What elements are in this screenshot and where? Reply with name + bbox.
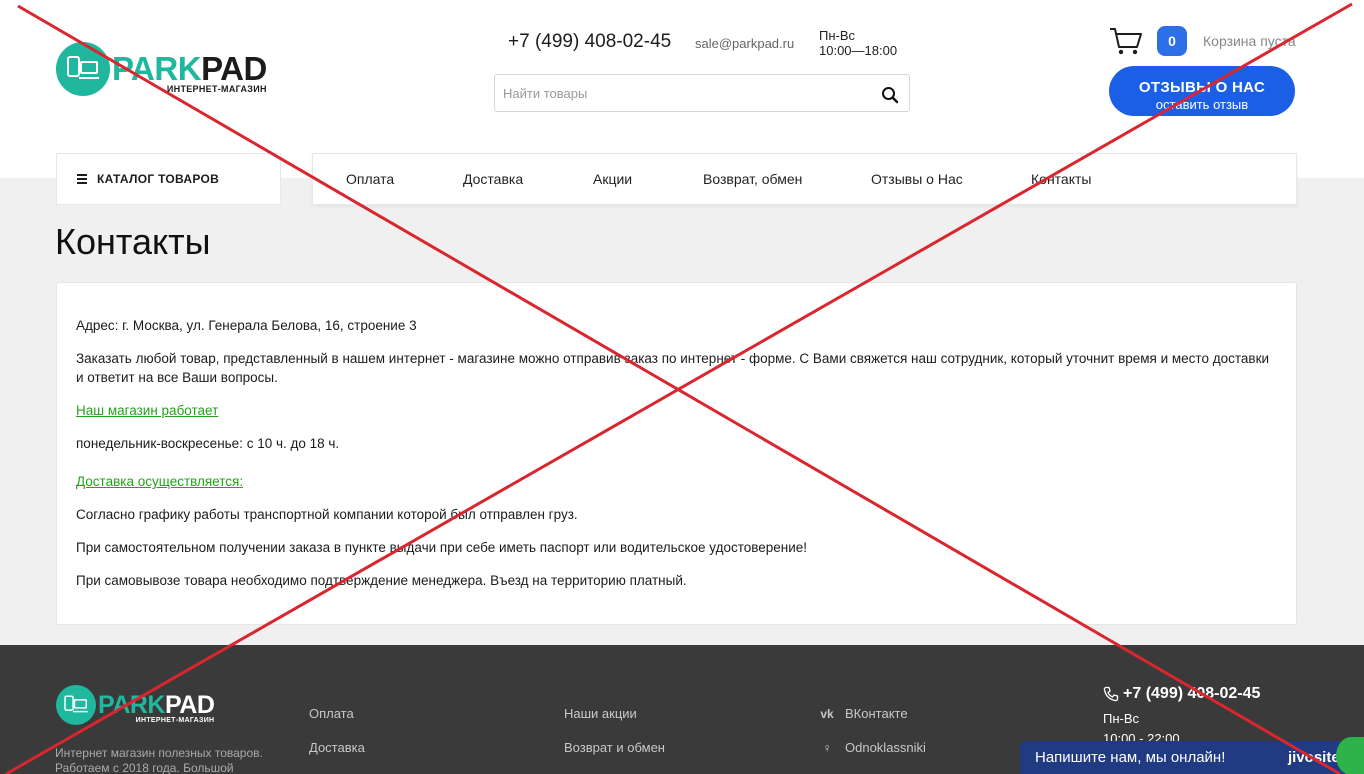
footer-phone-number: +7 (499) 408-02-45: [1123, 685, 1261, 702]
delivery-text-3: При самовывозе товара необходимо подтвер…: [76, 573, 687, 588]
header-email[interactable]: sale@parkpad.ru: [695, 36, 794, 51]
header: PARKPAD ИНТЕРНЕТ-МАГАЗИН +7 (499) 408-02…: [0, 0, 1364, 178]
catalog-button[interactable]: КАТАЛОГ ТОВАРОВ: [56, 153, 281, 205]
delivery-text-1: Согласно графику работы транспортной ком…: [76, 507, 578, 522]
header-logo[interactable]: PARKPAD ИНТЕРНЕТ-МАГАЗИН: [56, 42, 267, 96]
odnoklassniki-icon: ♀: [822, 740, 832, 755]
reviews-button-subtitle: оставить отзыв: [1155, 97, 1249, 112]
search-input[interactable]: [503, 75, 873, 111]
logo-subtitle: ИНТЕРНЕТ-МАГАЗИН: [166, 84, 267, 94]
footer-link-delivery[interactable]: Доставка: [309, 740, 365, 755]
search-icon[interactable]: [881, 86, 899, 104]
header-working-hours: Пн-Вс 10:00—18:00: [819, 28, 897, 58]
chat-widget-brand: jivosite: [1288, 749, 1340, 766]
vk-icon: vk: [820, 706, 834, 721]
chat-widget[interactable]: Напишите нам, мы онлайн! jivosite: [1020, 737, 1364, 774]
nav-item-payment[interactable]: Оплата: [346, 171, 394, 187]
nav-item-delivery[interactable]: Доставка: [463, 171, 523, 187]
cart-status-label[interactable]: Корзина пуста: [1203, 33, 1296, 49]
search-box: [494, 74, 910, 112]
footer-link-promotions[interactable]: Наши акции: [564, 706, 637, 721]
header-days: Пн-Вс: [819, 28, 856, 43]
nav-item-returns[interactable]: Возврат, обмен: [703, 171, 802, 187]
footer-logo-subtitle: ИНТЕРНЕТ-МАГАЗИН: [135, 716, 215, 724]
main-nav: Оплата Доставка Акции Возврат, обмен Отз…: [312, 153, 1297, 205]
cart-icon[interactable]: [1109, 26, 1143, 56]
delivery-text-2: При самостоятельном получении заказа в п…: [76, 540, 808, 555]
footer-logo-brand: PARKPAD: [98, 690, 215, 719]
footer-phone[interactable]: +7 (499) 408-02-45: [1103, 685, 1260, 703]
address-text: Адрес: г. Москва, ул. Генерала Белова, 1…: [76, 318, 417, 333]
nav-item-promotions[interactable]: Акции: [593, 171, 632, 187]
footer-social-vk-label: ВКонтакте: [845, 706, 908, 721]
phone-icon: [1103, 686, 1119, 702]
cart-count-badge[interactable]: 0: [1157, 26, 1187, 56]
contacts-content: Адрес: г. Москва, ул. Генерала Белова, 1…: [56, 282, 1297, 625]
header-hours: 10:00—18:00: [819, 43, 898, 58]
footer-social-vk[interactable]: vk ВКонтакте: [818, 706, 908, 721]
page-title: Контакты: [55, 221, 211, 262]
footer-social-odnoklassniki[interactable]: ♀ Odnoklassniki: [818, 740, 926, 755]
footer-days: Пн-Вс: [1103, 711, 1140, 726]
nav-item-contacts[interactable]: Контакты: [1031, 171, 1091, 187]
nav-item-reviews[interactable]: Отзывы о Нас: [871, 171, 963, 187]
header-phone[interactable]: +7 (499) 408-02-45: [508, 31, 671, 53]
footer-link-returns[interactable]: Возврат и обмен: [564, 740, 665, 755]
delivery-heading-link[interactable]: Доставка осуществляется:: [76, 472, 1276, 491]
jivosite-leaf-icon: [1336, 737, 1364, 774]
menu-icon: [77, 172, 87, 186]
footer-link-payment[interactable]: Оплата: [309, 706, 354, 721]
footer-social-ok-label: Odnoklassniki: [845, 740, 926, 755]
footer-logo[interactable]: PARKPAD ИНТЕРНЕТ-МАГАЗИН: [56, 685, 215, 725]
reviews-button[interactable]: ОТЗЫВЫ О НАС оставить отзыв: [1109, 66, 1295, 116]
footer-description: Интернет магазин полезных товаров. Работ…: [55, 746, 263, 774]
works-hours-text: понедельник-воскресенье: с 10 ч. до 18 ч…: [76, 436, 340, 451]
reviews-button-title: ОТЗЫВЫ О НАС: [1138, 79, 1266, 96]
catalog-label: КАТАЛОГ ТОВАРОВ: [97, 172, 220, 186]
footer-logo-devices-icon: [56, 685, 96, 725]
chat-widget-text: Напишите нам, мы онлайн!: [1035, 749, 1226, 766]
works-heading-link[interactable]: Наш магазин работает: [76, 401, 1276, 420]
logo-devices-icon: [56, 42, 110, 96]
order-info-text: Заказать любой товар, представленный в н…: [76, 351, 1270, 385]
logo-brand: PARKPAD: [112, 50, 267, 87]
